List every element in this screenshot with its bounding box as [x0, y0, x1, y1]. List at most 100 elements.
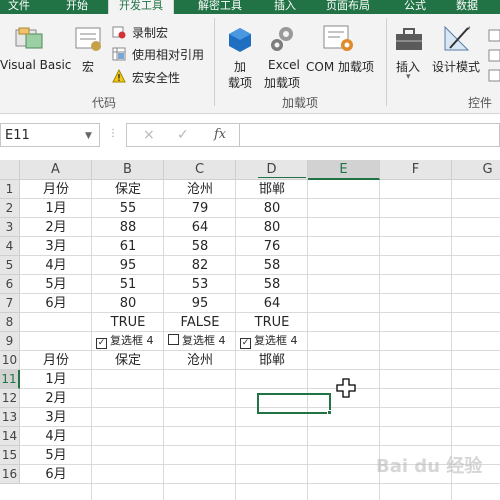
- com-addins-icon[interactable]: [322, 24, 356, 54]
- column-header-e[interactable]: E: [308, 160, 380, 180]
- cell-c10[interactable]: 沧州: [164, 351, 236, 370]
- chevron-down-icon[interactable]: ▾: [406, 72, 411, 82]
- row-header-13[interactable]: 13: [0, 408, 20, 427]
- active-cell-e11[interactable]: [257, 393, 331, 414]
- row-header-12[interactable]: 12: [0, 389, 20, 408]
- column-header-a[interactable]: A: [20, 160, 92, 180]
- row-header-9[interactable]: 9: [0, 332, 20, 351]
- cell-a14[interactable]: 4月: [20, 427, 92, 446]
- addins-button-line1[interactable]: 加: [234, 58, 246, 75]
- column-header-g[interactable]: G: [452, 160, 500, 180]
- row-header-3[interactable]: 3: [0, 218, 20, 237]
- row-header-6[interactable]: 6: [0, 275, 20, 294]
- tab-page-layout[interactable]: 页面布局: [326, 0, 370, 14]
- cell-d3[interactable]: 80: [236, 218, 308, 237]
- checkbox-checked-icon[interactable]: ✓: [96, 338, 107, 349]
- cell-c2[interactable]: 79: [164, 199, 236, 218]
- row-header-1[interactable]: 1: [0, 180, 20, 199]
- checkbox-control-3[interactable]: ✓ 复选框 4: [240, 334, 298, 349]
- cell-a12[interactable]: 2月: [20, 389, 92, 408]
- addins-icon[interactable]: [226, 26, 254, 54]
- cell-c3[interactable]: 64: [164, 218, 236, 237]
- visual-basic-icon[interactable]: [14, 26, 44, 54]
- cell-a6[interactable]: 5月: [20, 275, 92, 294]
- cell-a15[interactable]: 5月: [20, 446, 92, 465]
- select-all-corner[interactable]: [0, 160, 20, 180]
- cell-a3[interactable]: 2月: [20, 218, 92, 237]
- enter-icon[interactable]: ✓: [177, 127, 189, 143]
- checkbox-checked-icon[interactable]: ✓: [240, 338, 251, 349]
- cell-d4[interactable]: 76: [236, 237, 308, 256]
- cell-d2[interactable]: 80: [236, 199, 308, 218]
- column-header-f[interactable]: F: [380, 160, 452, 180]
- cell-c5[interactable]: 82: [164, 256, 236, 275]
- worksheet[interactable]: A B C D E F G 1 2 3 4 5 6 7 8 9 10 11 12 13 14 15 16 月份 保定 沧州 邯郸 1月…: [0, 160, 500, 500]
- cell-a11[interactable]: 1月: [20, 370, 92, 389]
- cell-b1[interactable]: 保定: [92, 180, 164, 199]
- row-header-14[interactable]: 14: [0, 427, 20, 446]
- cell-a4[interactable]: 3月: [20, 237, 92, 256]
- cancel-icon[interactable]: ×: [143, 127, 155, 143]
- properties-icon[interactable]: [488, 28, 500, 88]
- relative-reference-button[interactable]: 使用相对引用: [132, 46, 204, 63]
- cell-b6[interactable]: 51: [92, 275, 164, 294]
- checkbox-control-1[interactable]: ✓ 复选框 4: [96, 334, 154, 349]
- row-header-4[interactable]: 4: [0, 237, 20, 256]
- cell-a16[interactable]: 6月: [20, 465, 92, 484]
- cell-c1[interactable]: 沧州: [164, 180, 236, 199]
- macros-button[interactable]: 宏: [82, 58, 94, 75]
- cell-b2[interactable]: 55: [92, 199, 164, 218]
- cell-d1[interactable]: 邯郸: [236, 180, 308, 199]
- tab-developer[interactable]: 开发工具: [108, 0, 174, 15]
- cell-a10[interactable]: 月份: [20, 351, 92, 370]
- cell-d7[interactable]: 64: [236, 294, 308, 313]
- cell-d8[interactable]: TRUE: [236, 313, 308, 332]
- row-header-15[interactable]: 15: [0, 446, 20, 465]
- cell-b7[interactable]: 80: [92, 294, 164, 313]
- column-header-c[interactable]: C: [164, 160, 236, 180]
- cell-a13[interactable]: 3月: [20, 408, 92, 427]
- cell-c6[interactable]: 53: [164, 275, 236, 294]
- formula-bar-grip[interactable]: ⋮: [108, 128, 118, 139]
- formula-input[interactable]: [240, 123, 500, 147]
- chevron-down-icon[interactable]: ▼: [85, 131, 92, 141]
- cell-b4[interactable]: 61: [92, 237, 164, 256]
- row-header-10[interactable]: 10: [0, 351, 20, 370]
- cell-b10[interactable]: 保定: [92, 351, 164, 370]
- tab-unlock-tools[interactable]: 解密工具: [198, 0, 242, 14]
- fill-handle[interactable]: [327, 410, 332, 415]
- cell-c4[interactable]: 58: [164, 237, 236, 256]
- macros-icon[interactable]: [74, 26, 104, 54]
- row-header-7[interactable]: 7: [0, 294, 20, 313]
- cell-a5[interactable]: 4月: [20, 256, 92, 275]
- row-header-8[interactable]: 8: [0, 313, 20, 332]
- cell-d10[interactable]: 邯郸: [236, 351, 308, 370]
- cell-c7[interactable]: 95: [164, 294, 236, 313]
- record-macro-button[interactable]: 录制宏: [132, 24, 168, 41]
- excel-addins-gear-icon[interactable]: [268, 24, 298, 54]
- tab-home[interactable]: 开始: [66, 0, 88, 14]
- cell-a7[interactable]: 6月: [20, 294, 92, 313]
- cell-d5[interactable]: 58: [236, 256, 308, 275]
- cell-b5[interactable]: 95: [92, 256, 164, 275]
- com-addins-button[interactable]: COM 加载项: [306, 58, 374, 75]
- excel-addins-button-line2[interactable]: 加载项: [264, 74, 300, 91]
- addins-button-line2[interactable]: 载项: [228, 74, 252, 91]
- name-box[interactable]: E11 ▼: [0, 123, 100, 147]
- cell-b8[interactable]: TRUE: [92, 313, 164, 332]
- column-header-b[interactable]: B: [92, 160, 164, 180]
- cell-a2[interactable]: 1月: [20, 199, 92, 218]
- row-header-11[interactable]: 11: [0, 370, 20, 389]
- cell-c8[interactable]: FALSE: [164, 313, 236, 332]
- tab-insert[interactable]: 插入: [274, 0, 296, 14]
- row-header-5[interactable]: 5: [0, 256, 20, 275]
- checkbox-control-2[interactable]: 复选框 4: [168, 334, 226, 348]
- design-mode-icon[interactable]: [442, 24, 472, 54]
- cell-b3[interactable]: 88: [92, 218, 164, 237]
- toolbox-icon[interactable]: [394, 26, 424, 54]
- tab-formulas[interactable]: 公式: [404, 0, 426, 14]
- cell-d6[interactable]: 58: [236, 275, 308, 294]
- row-header-2[interactable]: 2: [0, 199, 20, 218]
- insert-function-icon[interactable]: fx: [214, 127, 226, 142]
- row-header-16[interactable]: 16: [0, 465, 20, 484]
